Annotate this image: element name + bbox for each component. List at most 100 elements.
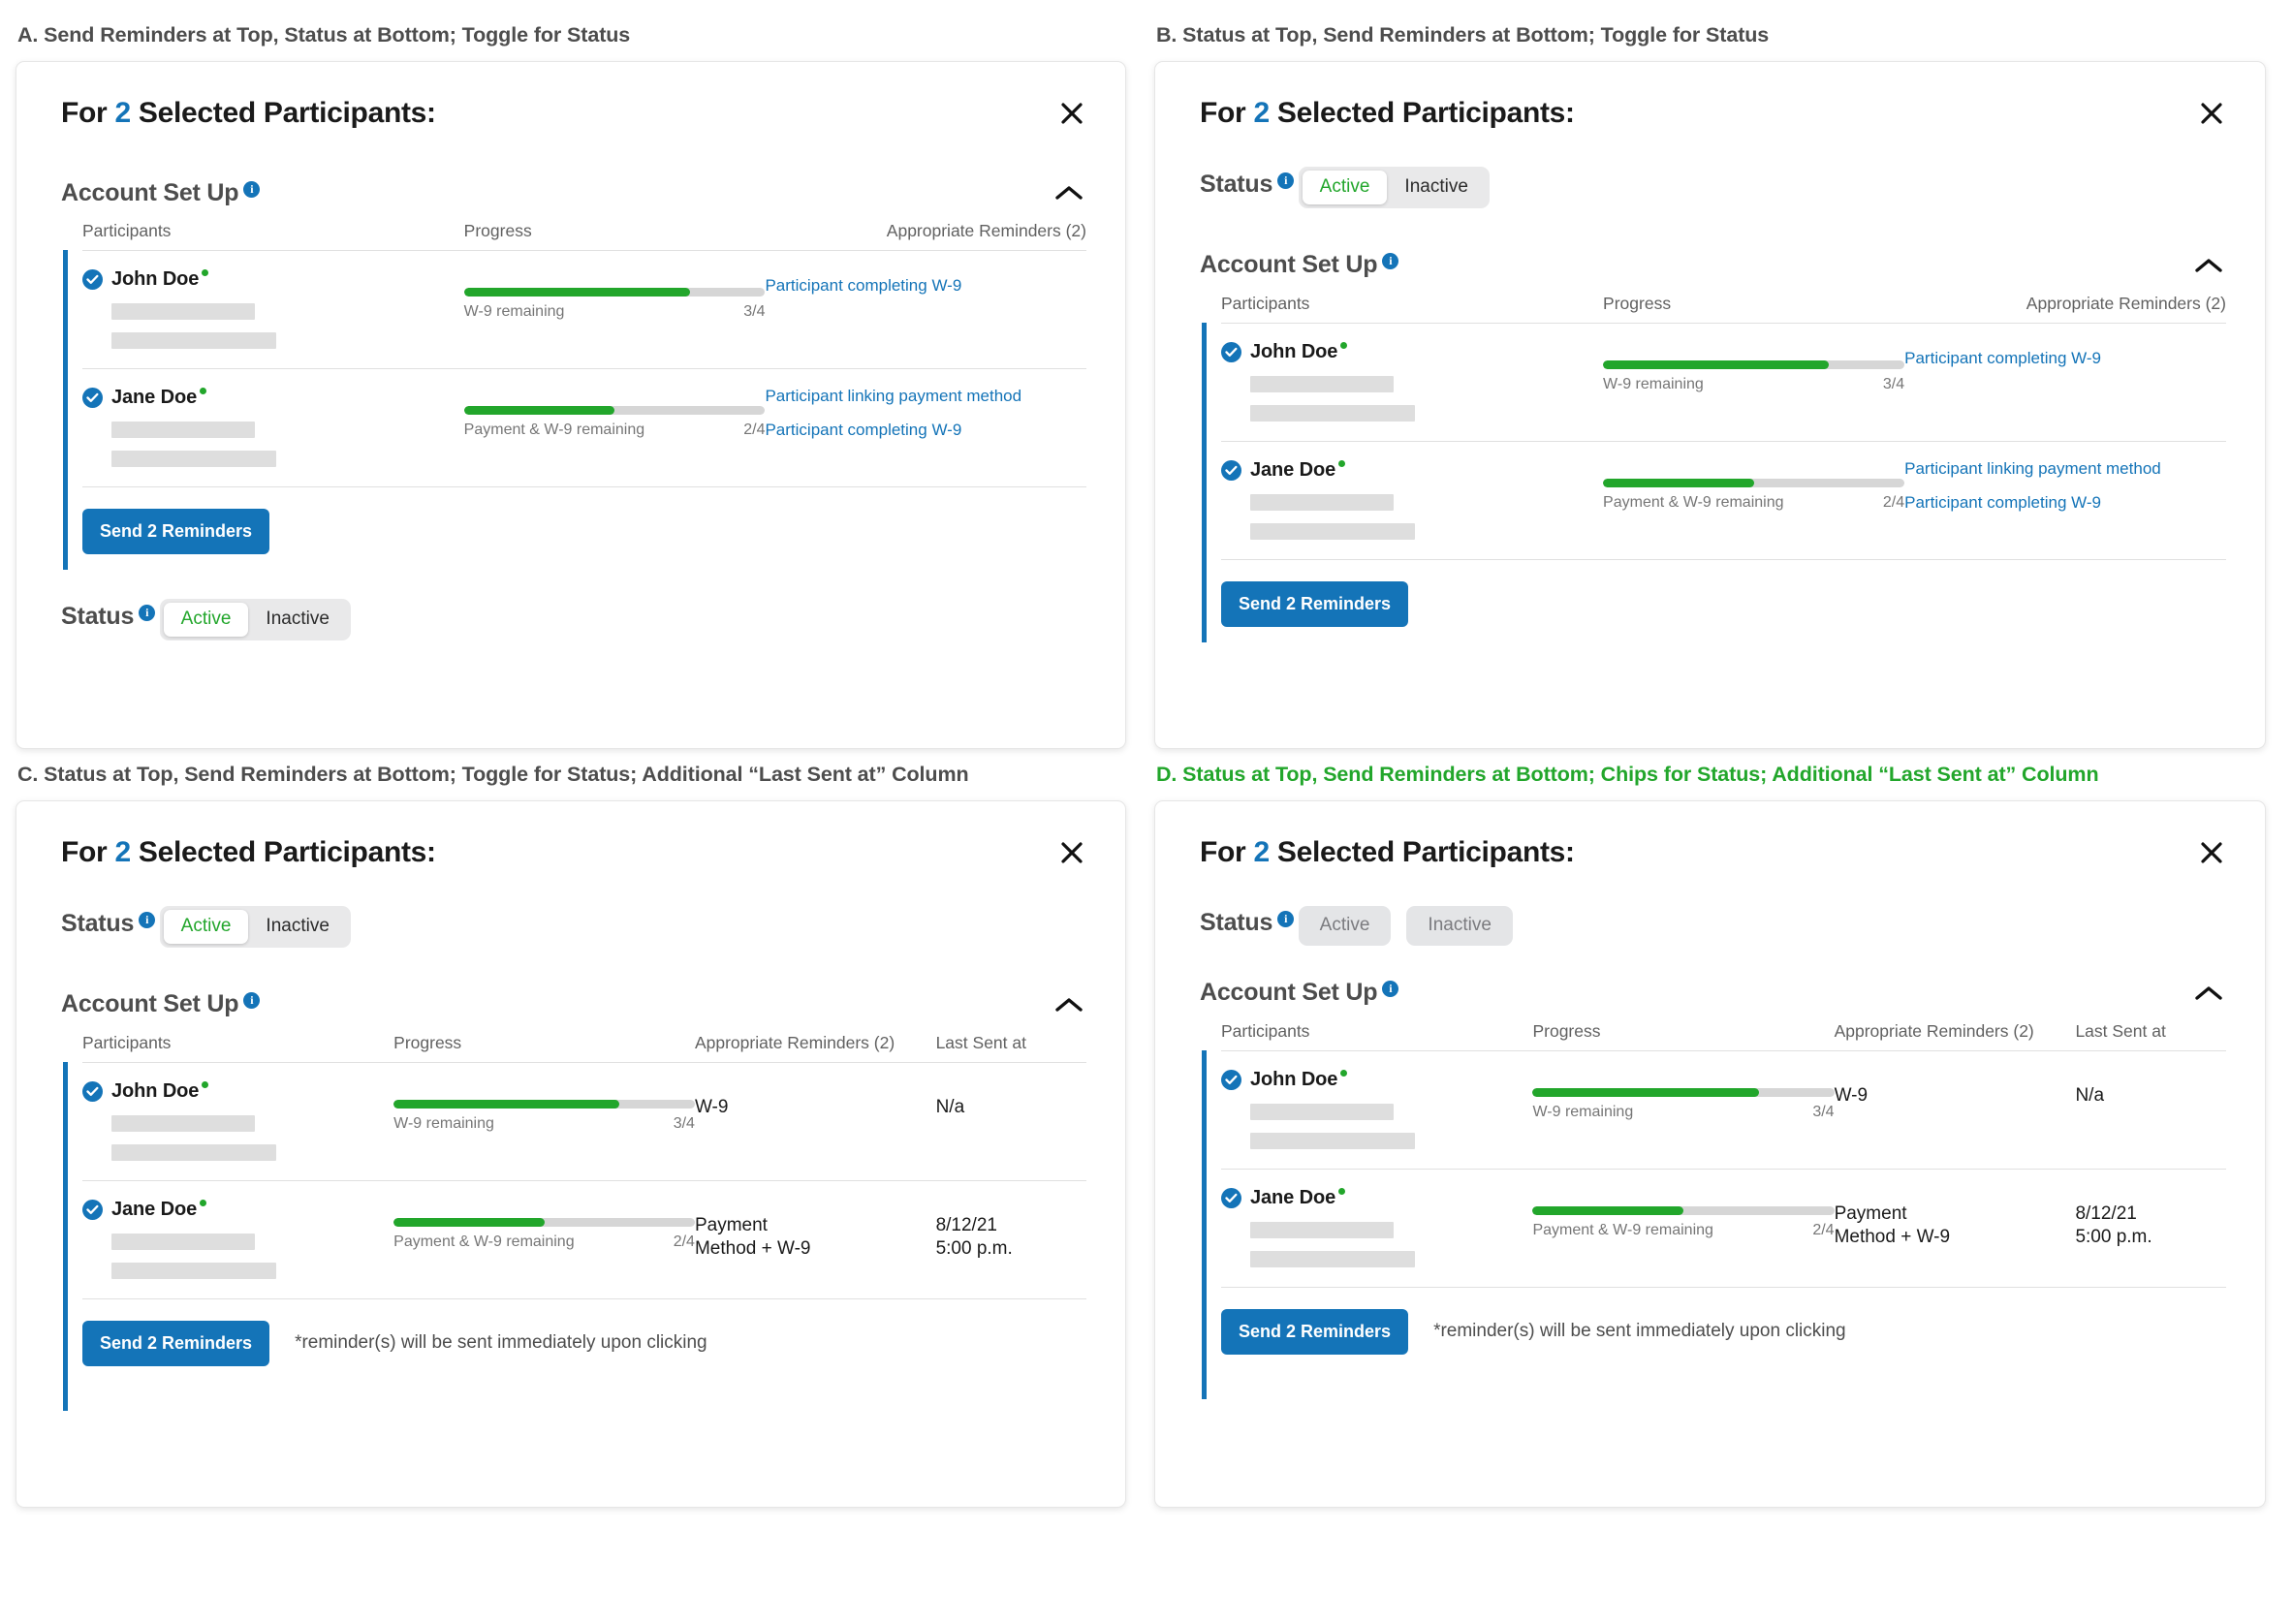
table-row: John Doe W-9 remaining 3 [1221, 1049, 2226, 1170]
reminder-link[interactable]: Participant linking payment method [765, 387, 1086, 407]
col-reminders: Appropriate Reminders (2) [1834, 1020, 2034, 1041]
panel-grid: A. Send Reminders at Top, Status at Bott… [0, 0, 2293, 1508]
redacted-field [111, 1262, 276, 1279]
panel-c-cell: C. Status at Top, Send Reminders at Bott… [0, 749, 1153, 1508]
chevron-up-icon[interactable] [1052, 990, 1086, 1019]
panel-b-heading: B. Status at Top, Send Reminders at Bott… [1156, 23, 1770, 47]
online-status-dot [202, 269, 209, 276]
checkbox-checked-icon[interactable] [82, 388, 103, 408]
close-icon[interactable] [1055, 836, 1088, 869]
progress-count: 3/4 [673, 1114, 695, 1132]
progress-cell: W-9 remaining 3/4 [1603, 322, 1905, 442]
info-icon[interactable]: i [243, 180, 261, 198]
reminder-link[interactable]: Participant linking payment method [1904, 459, 2226, 480]
progress-bar [463, 288, 766, 297]
status-option-active[interactable]: Active [163, 603, 249, 637]
close-icon[interactable] [2195, 97, 2228, 130]
checkbox-checked-icon[interactable] [82, 1199, 103, 1220]
progress-cell: Payment & W-9 remaining 2/4 [1532, 1168, 1835, 1288]
online-status-dot [202, 1080, 209, 1088]
progress-fill [1532, 1087, 1759, 1097]
reminder-link[interactable]: Participant completing W-9 [765, 421, 1086, 441]
close-icon[interactable] [1055, 97, 1088, 130]
title-prefix: For [1200, 836, 1254, 868]
close-icon[interactable] [2195, 836, 2228, 869]
status-option-inactive[interactable]: Inactive [248, 603, 346, 637]
reminders-cell: W-9 [694, 1061, 936, 1181]
checkbox-checked-icon[interactable] [82, 269, 103, 290]
progress-label: Payment & W-9 remaining [463, 422, 645, 438]
status-chip-active[interactable]: Active [1298, 906, 1392, 946]
col-last-sent: Last Sent at [2075, 1020, 2166, 1041]
checkbox-checked-icon[interactable] [82, 1080, 103, 1102]
panel-b-participants-table: Participants Progress Appropriate Remind… [1221, 294, 2226, 560]
online-status-dot [200, 1199, 207, 1206]
status-text: Status [61, 603, 135, 630]
progress-fill [463, 406, 615, 415]
chevron-up-icon[interactable] [2191, 979, 2226, 1008]
table-row: Jane Doe Payment & W-9 remaining [82, 368, 1086, 487]
progress-bar [1532, 1087, 1835, 1097]
table-header-row: Participants Progress Appropriate Remind… [82, 1033, 1086, 1063]
status-toggle[interactable]: Active Inactive [159, 906, 351, 948]
info-icon[interactable]: i [1277, 172, 1295, 189]
progress-label: W-9 remaining [1603, 375, 1704, 392]
title-suffix: Selected Participants: [1269, 97, 1575, 129]
progress-count: 3/4 [1812, 1103, 1835, 1120]
reminders-cell: Participant completing W-9 [1904, 322, 2226, 442]
send-reminders-button[interactable]: Send 2 Reminders [1221, 1308, 1409, 1355]
status-toggle[interactable]: Active Inactive [1298, 167, 1490, 208]
reminder-link[interactable]: Participant completing W-9 [1904, 493, 2226, 514]
reminder-link[interactable]: Participant completing W-9 [765, 276, 1086, 297]
send-reminders-button[interactable]: Send 2 Reminders [82, 1320, 270, 1366]
reminder-link[interactable]: Participant completing W-9 [1904, 349, 2226, 369]
selection-accent-bar [1202, 1049, 1207, 1399]
status-toggle[interactable]: Active Inactive [159, 599, 351, 640]
status-chip-inactive[interactable]: Inactive [1406, 906, 1513, 946]
online-status-dot [1338, 459, 1346, 467]
status-option-active[interactable]: Active [163, 910, 249, 944]
checkbox-checked-icon[interactable] [1221, 459, 1241, 481]
checkbox-checked-icon[interactable] [1221, 1069, 1241, 1090]
chevron-up-icon[interactable] [2191, 251, 2226, 280]
info-icon[interactable]: i [243, 992, 261, 1010]
progress-fill [393, 1099, 620, 1109]
participant-name: John Doe [1250, 341, 1348, 363]
progress-label: Payment & W-9 remaining [393, 1233, 575, 1250]
selected-count: 2 [114, 97, 131, 129]
info-icon[interactable]: i [1382, 981, 1399, 998]
progress-count: 2/4 [1812, 1221, 1835, 1238]
progress-count: 3/4 [743, 303, 766, 320]
panel-b-cell: B. Status at Top, Send Reminders at Bott… [1153, 10, 2293, 749]
table-row: Jane Doe Payment & W-9 remaining [82, 1179, 1086, 1299]
last-sent-time: 5:00 p.m. [2075, 1226, 2152, 1247]
progress-label: W-9 remaining [393, 1114, 494, 1132]
col-participants: Participants [82, 1032, 172, 1052]
info-icon[interactable]: i [1382, 253, 1399, 270]
title-suffix: Selected Participants: [130, 836, 436, 868]
table-header-row: Participants Progress Appropriate Remind… [1221, 1021, 2226, 1051]
status-option-inactive[interactable]: Inactive [1387, 171, 1485, 204]
progress-label: W-9 remaining [1532, 1103, 1634, 1120]
panel-b-send-row: Send 2 Reminders [1221, 560, 2226, 627]
title-prefix: For [61, 97, 115, 129]
checkbox-checked-icon[interactable] [1221, 1187, 1241, 1208]
title-prefix: For [1200, 97, 1254, 129]
panel-b-status-block: Status i Active Inactive [1200, 155, 2226, 208]
status-option-inactive[interactable]: Inactive [248, 910, 346, 944]
status-option-active[interactable]: Active [1302, 171, 1388, 204]
progress-fill [1603, 478, 1754, 487]
send-reminders-button[interactable]: Send 2 Reminders [1221, 580, 1409, 627]
online-status-dot [1340, 341, 1348, 349]
table-header-row: Participants Progress Appropriate Remind… [82, 221, 1086, 251]
status-label: Status i [1200, 171, 1295, 199]
chevron-up-icon[interactable] [1052, 178, 1086, 207]
panel-c-title: For 2 Selected Participants: [61, 836, 1086, 869]
info-icon[interactable]: i [1277, 911, 1295, 927]
send-reminders-button[interactable]: Send 2 Reminders [82, 509, 270, 554]
status-label: Status i [61, 603, 156, 631]
info-icon[interactable]: i [139, 605, 156, 621]
info-icon[interactable]: i [139, 912, 156, 928]
last-sent-value: N/a [935, 1096, 965, 1117]
checkbox-checked-icon[interactable] [1221, 341, 1241, 362]
